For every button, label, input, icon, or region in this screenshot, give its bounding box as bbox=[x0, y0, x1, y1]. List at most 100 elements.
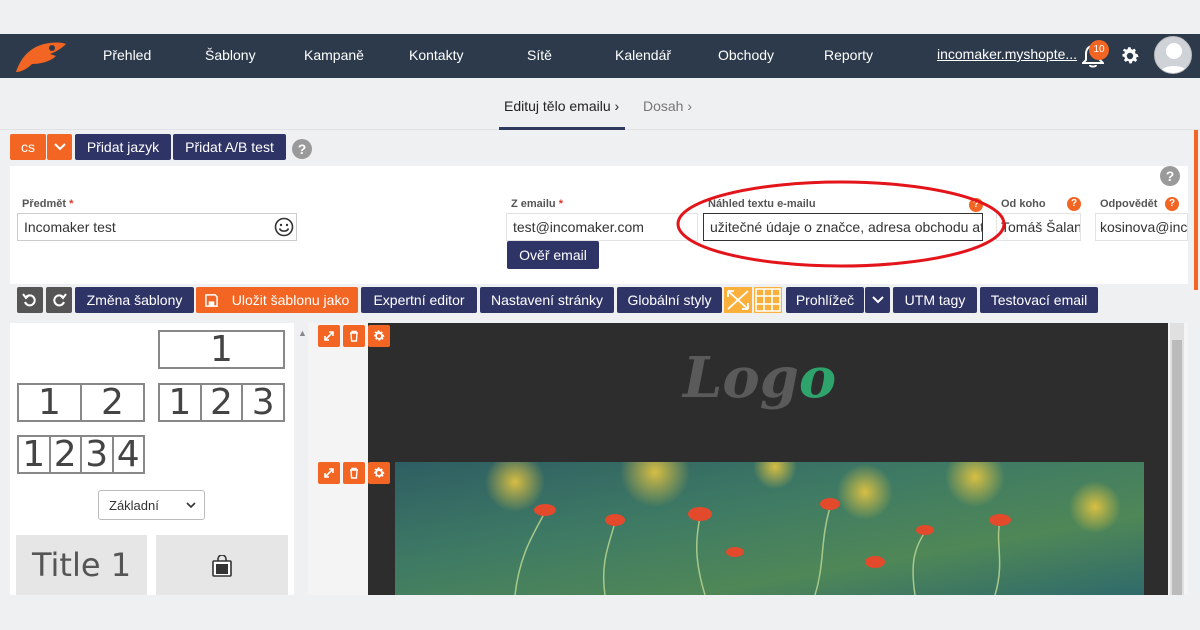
blocks-panel: 1 1 2 1 2 3 1 2 3 4 Základní Title 1 bbox=[10, 323, 294, 595]
help-icon[interactable]: ? bbox=[1067, 197, 1081, 211]
delete-block-button[interactable] bbox=[343, 325, 365, 347]
browser-preview-button[interactable]: Prohlížeč bbox=[786, 287, 864, 313]
chevron-down-icon bbox=[186, 502, 196, 509]
chevron-right-icon: › bbox=[687, 98, 693, 114]
scroll-up-arrow-icon[interactable]: ▲ bbox=[298, 328, 307, 338]
block-settings-button[interactable] bbox=[368, 325, 390, 347]
subject-value: Incomaker test bbox=[24, 219, 116, 235]
hero-image[interactable] bbox=[395, 462, 1144, 595]
nav-item-campaigns[interactable]: Kampaně bbox=[304, 47, 364, 63]
page-settings-button[interactable]: Nastavení stránky bbox=[480, 287, 614, 313]
redo-button[interactable] bbox=[46, 287, 72, 313]
grid-toggle[interactable] bbox=[754, 287, 782, 313]
notification-badge: 10 bbox=[1089, 40, 1109, 60]
page-scrollbar-thumb[interactable] bbox=[1194, 130, 1198, 290]
avatar[interactable] bbox=[1154, 36, 1192, 74]
canvas-scrollbar-thumb[interactable] bbox=[1172, 340, 1182, 595]
reply-to-input[interactable]: kosinova@incomaker.com bbox=[1095, 213, 1188, 241]
layout-cell: 2 bbox=[51, 434, 82, 475]
test-email-button[interactable]: Testovací email bbox=[980, 287, 1098, 313]
step-reach[interactable]: Dosah › bbox=[643, 98, 692, 114]
subject-label: Předmět * bbox=[22, 198, 73, 210]
bottom-margin bbox=[0, 596, 1200, 630]
gear-icon bbox=[374, 467, 385, 478]
gear-icon bbox=[374, 330, 385, 341]
add-ab-test-button[interactable]: Přidat A/B test bbox=[173, 134, 286, 160]
from-email-value: test@incomaker.com bbox=[513, 219, 644, 235]
language-select[interactable]: cs bbox=[10, 134, 46, 160]
emoji-picker-icon[interactable] bbox=[274, 217, 294, 237]
add-language-button[interactable]: Přidat jazyk bbox=[75, 134, 171, 160]
floppy-disk-icon bbox=[204, 293, 218, 307]
delete-block-button[interactable] bbox=[343, 462, 365, 484]
wizard-steps: Edituj tělo emailu › Dosah › bbox=[0, 78, 1200, 130]
help-icon[interactable]: ? bbox=[292, 139, 312, 159]
main-navbar: Přehled Šablony Kampaně Kontakty Sítě Ka… bbox=[0, 34, 1200, 78]
step-edit-body[interactable]: Edituj tělo emailu › bbox=[504, 98, 619, 114]
title-block-label: Title 1 bbox=[31, 546, 132, 584]
from-name-input[interactable]: Tomáš Šalanda bbox=[996, 213, 1081, 241]
highlight-annotation bbox=[676, 180, 1006, 268]
verify-email-button[interactable]: Ověř email bbox=[507, 241, 599, 269]
trash-icon bbox=[350, 467, 358, 479]
language-dropdown-toggle[interactable] bbox=[47, 134, 72, 160]
top-margin bbox=[0, 0, 1200, 34]
change-template-button[interactable]: Změna šablony bbox=[75, 287, 194, 313]
save-template-button[interactable]: Uložit šablonu jako bbox=[196, 287, 358, 313]
move-block-button[interactable] bbox=[318, 462, 340, 484]
nav-item-overview[interactable]: Přehled bbox=[103, 47, 151, 63]
subject-label-text: Předmět bbox=[22, 198, 67, 210]
title-block-tile[interactable]: Title 1 bbox=[16, 535, 147, 595]
help-icon[interactable]: ? bbox=[1160, 166, 1180, 186]
app-logo-icon[interactable] bbox=[10, 38, 68, 76]
redo-icon bbox=[53, 293, 67, 307]
subject-input[interactable]: Incomaker test bbox=[17, 213, 297, 241]
fullscreen-toggle[interactable] bbox=[724, 287, 752, 313]
gear-icon[interactable] bbox=[1119, 45, 1141, 67]
logo-accent-text: o bbox=[798, 345, 837, 411]
help-icon[interactable]: ? bbox=[1165, 197, 1179, 211]
nav-item-calendar[interactable]: Kalendář bbox=[615, 47, 671, 63]
layout-cell: 3 bbox=[251, 382, 275, 423]
layout-cell: 1 bbox=[210, 329, 233, 370]
nav-item-contacts[interactable]: Kontakty bbox=[409, 47, 463, 63]
global-styles-button[interactable]: Globální styly bbox=[617, 287, 722, 313]
layout-block-1-col[interactable]: 1 bbox=[158, 329, 285, 370]
from-name-value: Tomáš Šalanda bbox=[1001, 219, 1081, 235]
layout-cell: 3 bbox=[82, 434, 114, 475]
layout-cell: 2 bbox=[101, 382, 124, 423]
email-settings-panel: ? Předmět * Incomaker test Z emailu * te… bbox=[10, 166, 1188, 284]
email-logo: Logo bbox=[683, 345, 836, 411]
shopping-bag-icon bbox=[212, 555, 232, 577]
email-canvas[interactable]: Logo bbox=[308, 323, 1188, 595]
expert-editor-button[interactable]: Expertní editor bbox=[361, 287, 477, 313]
layout-block-2-col[interactable]: 1 2 bbox=[17, 382, 145, 423]
reply-to-value: kosinova@incomaker.com bbox=[1100, 219, 1188, 235]
active-step-indicator bbox=[499, 127, 625, 130]
block-settings-button[interactable] bbox=[368, 462, 390, 484]
block-style-select[interactable]: Základní bbox=[98, 490, 205, 520]
product-block-tile[interactable] bbox=[156, 535, 288, 595]
logo-main-text: Log bbox=[683, 345, 799, 411]
browser-dropdown-toggle[interactable] bbox=[865, 287, 890, 313]
layout-cell: 2 bbox=[202, 382, 244, 423]
layout-block-4-col[interactable]: 1 2 3 4 bbox=[17, 434, 145, 475]
move-icon bbox=[324, 331, 334, 341]
layout-block-3-col[interactable]: 1 2 3 bbox=[158, 382, 285, 423]
nav-item-templates[interactable]: Šablony bbox=[205, 47, 256, 63]
move-block-button[interactable] bbox=[318, 325, 340, 347]
undo-button[interactable] bbox=[17, 287, 43, 313]
nav-item-reports[interactable]: Reporty bbox=[824, 47, 873, 63]
trash-icon bbox=[350, 330, 358, 342]
chevron-down-icon bbox=[53, 143, 66, 151]
chevron-right-icon: › bbox=[614, 98, 620, 114]
chevron-down-icon bbox=[871, 296, 884, 304]
required-mark: * bbox=[69, 198, 74, 210]
step-reach-label: Dosah bbox=[643, 98, 684, 114]
nav-item-networks[interactable]: Sítě bbox=[527, 47, 552, 63]
from-email-input[interactable]: test@incomaker.com bbox=[506, 213, 698, 241]
grid-icon bbox=[755, 288, 781, 312]
account-link[interactable]: incomaker.myshopte... bbox=[937, 46, 1077, 62]
utm-tags-button[interactable]: UTM tagy bbox=[893, 287, 977, 313]
nav-item-deals[interactable]: Obchody bbox=[718, 47, 774, 63]
